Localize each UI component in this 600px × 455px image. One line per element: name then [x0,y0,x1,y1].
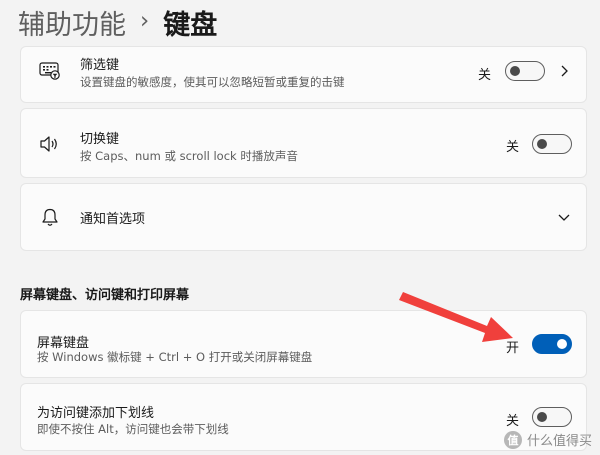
bell-icon [39,206,61,228]
filter-keys-toggle[interactable] [505,61,545,81]
breadcrumb: 辅助功能 › 键盘 [18,2,217,42]
toggle-keys-state: 关 [506,140,520,155]
notification-preferences-title: 通知首选项 [80,212,146,227]
filter-keys-card[interactable]: 筛选键 设置键盘的敏感度，使其可以忽略短暂或重复的击键 关 [20,46,587,103]
onscreen-keyboard-description: 按 Windows 徽标键 + Ctrl + O 打开或关闭屏幕键盘 [37,350,313,364]
toggle-keys-card: 切换键 按 Caps、num 或 scroll lock 时播放声音 关 [20,108,587,178]
annotation-arrow-shape [399,292,513,342]
underline-access-keys-card: 为访问键添加下划线 即使不按住 Alt，访问键也会带下划线 关 [20,383,587,451]
annotation-arrow-icon [399,292,513,342]
underline-access-keys-toggle[interactable] [532,407,572,427]
toggle-knob [537,139,547,149]
underline-access-keys-title: 为访问键添加下划线 [37,406,155,421]
onscreen-keyboard-toggle[interactable] [532,334,572,354]
breadcrumb-parent[interactable]: 辅助功能 [18,3,126,42]
filter-keys-title: 筛选键 [80,58,120,73]
section-heading: 屏幕键盘、访问键和打印屏幕 [20,288,190,303]
chevron-right-icon[interactable] [557,64,571,78]
watermark: 值 什么值得买 [503,430,592,449]
speaker-icon [39,133,61,155]
toggle-knob [557,339,567,349]
filter-keys-state: 关 [478,68,492,83]
page-title: 键盘 [163,9,218,41]
toggle-keys-description: 按 Caps、num 或 scroll lock 时播放声音 [80,149,298,163]
notification-preferences-card[interactable]: 通知首选项 [20,183,587,251]
toggle-knob [537,412,547,422]
chevron-down-icon[interactable] [557,210,571,224]
underline-access-keys-state: 关 [506,414,520,429]
watermark-text: 什么值得买 [526,434,592,449]
watermark-badge: 值 [503,430,522,449]
filter-keys-description: 设置键盘的敏感度，使其可以忽略短暂或重复的击键 [80,75,345,89]
toggle-keys-title: 切换键 [80,132,120,147]
keyboard-filter-icon [39,60,61,82]
toggle-keys-toggle[interactable] [532,134,572,154]
breadcrumb-separator: › [140,8,150,34]
underline-access-keys-description: 即使不按住 Alt，访问键也会带下划线 [37,422,229,436]
toggle-knob [510,66,520,76]
